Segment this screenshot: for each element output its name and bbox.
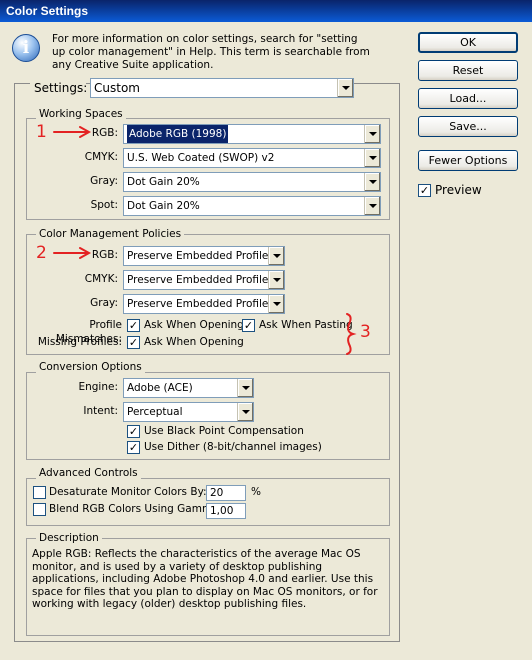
annotation-arrow-1 bbox=[53, 126, 92, 138]
cmp-cmyk-value: Preserve Embedded Profiles bbox=[127, 274, 274, 286]
chevron-down-icon[interactable] bbox=[268, 271, 284, 289]
ws-rgb-value: Adobe RGB (1998) bbox=[127, 125, 229, 143]
conversion-title: Conversion Options bbox=[36, 361, 145, 373]
black-point-checkbox[interactable]: ✓ bbox=[127, 425, 140, 438]
chevron-down-icon[interactable] bbox=[337, 79, 353, 97]
chevron-down-icon[interactable] bbox=[237, 379, 253, 397]
settings-dropdown[interactable]: Custom bbox=[90, 78, 354, 98]
desaturate-checkbox[interactable] bbox=[33, 486, 46, 499]
desaturate-unit: % bbox=[251, 486, 261, 498]
ask-pasting-label: Ask When Pasting bbox=[259, 319, 353, 331]
ask-opening-missing-label: Ask When Opening bbox=[144, 336, 244, 348]
annotation-brace bbox=[346, 313, 357, 355]
window-title-bar[interactable]: Color Settings bbox=[0, 0, 532, 22]
ws-spot-value: Dot Gain 20% bbox=[127, 200, 200, 212]
annotation-2: 2 bbox=[36, 243, 47, 263]
ws-gray-value: Dot Gain 20% bbox=[127, 176, 200, 188]
ws-cmyk-dropdown[interactable]: U.S. Web Coated (SWOP) v2 bbox=[123, 148, 381, 168]
cmp-rgb-value: Preserve Embedded Profiles bbox=[127, 250, 274, 262]
ws-rgb-dropdown[interactable]: Adobe RGB (1998) bbox=[123, 124, 381, 144]
fewer-options-button[interactable]: Fewer Options bbox=[418, 150, 518, 171]
blend-label: Blend RGB Colors Using Gamma: bbox=[49, 503, 223, 515]
advanced-title: Advanced Controls bbox=[36, 467, 141, 479]
desaturate-input[interactable]: 20 bbox=[206, 485, 246, 501]
chevron-down-icon[interactable] bbox=[364, 197, 380, 215]
desaturate-label: Desaturate Monitor Colors By: bbox=[49, 486, 207, 498]
chevron-down-icon[interactable] bbox=[364, 173, 380, 191]
engine-label: Engine: bbox=[78, 381, 118, 393]
chevron-down-icon[interactable] bbox=[268, 247, 284, 265]
preview-label: Preview bbox=[435, 183, 482, 197]
ask-pasting-checkbox[interactable]: ✓ bbox=[242, 319, 255, 332]
ws-spot-dropdown[interactable]: Dot Gain 20% bbox=[123, 196, 381, 216]
ask-opening-mismatch-checkbox[interactable]: ✓ bbox=[127, 319, 140, 332]
settings-value: Custom bbox=[94, 81, 140, 95]
engine-value: Adobe (ACE) bbox=[127, 382, 193, 394]
cm-policies-title: Color Management Policies bbox=[36, 228, 185, 240]
window-title: Color Settings bbox=[6, 4, 89, 18]
black-point-label: Use Black Point Compensation bbox=[144, 425, 304, 437]
annotation-3: 3 bbox=[360, 322, 371, 342]
info-text: For more information on color settings, … bbox=[52, 33, 370, 71]
dither-checkbox[interactable]: ✓ bbox=[127, 441, 140, 454]
description-title: Description bbox=[36, 532, 102, 544]
intent-value: Perceptual bbox=[127, 406, 183, 418]
cmp-gray-dropdown[interactable]: Preserve Embedded Profiles bbox=[123, 294, 285, 314]
save-button[interactable]: Save... bbox=[418, 116, 518, 137]
ws-cmyk-value: U.S. Web Coated (SWOP) v2 bbox=[127, 152, 275, 164]
chevron-down-icon[interactable] bbox=[237, 403, 253, 421]
cmp-rgb-dropdown[interactable]: Preserve Embedded Profiles bbox=[123, 246, 285, 266]
cmp-gray-value: Preserve Embedded Profiles bbox=[127, 298, 274, 310]
description-text: Apple RGB: Reflects the characteristics … bbox=[32, 548, 378, 611]
ok-button[interactable]: OK bbox=[418, 32, 518, 53]
intent-label: Intent: bbox=[83, 405, 118, 417]
chevron-down-icon[interactable] bbox=[268, 295, 284, 313]
info-icon: i bbox=[12, 34, 40, 62]
cmp-gray-label: Gray: bbox=[90, 297, 118, 309]
annotation-arrow-2 bbox=[53, 247, 92, 259]
blend-input[interactable]: 1,00 bbox=[206, 503, 246, 519]
preview-checkbox[interactable]: ✓ bbox=[418, 184, 431, 197]
blend-checkbox[interactable] bbox=[33, 503, 46, 516]
ask-opening-mismatch-label: Ask When Opening bbox=[144, 319, 244, 331]
engine-dropdown[interactable]: Adobe (ACE) bbox=[123, 378, 254, 398]
ws-gray-dropdown[interactable]: Dot Gain 20% bbox=[123, 172, 381, 192]
intent-dropdown[interactable]: Perceptual bbox=[123, 402, 254, 422]
ws-gray-label: Gray: bbox=[90, 175, 118, 187]
chevron-down-icon[interactable] bbox=[364, 149, 380, 167]
ws-spot-label: Spot: bbox=[90, 199, 118, 211]
working-spaces-title: Working Spaces bbox=[36, 108, 126, 120]
cmp-cmyk-dropdown[interactable]: Preserve Embedded Profiles bbox=[123, 270, 285, 290]
ask-opening-missing-checkbox[interactable]: ✓ bbox=[127, 336, 140, 349]
annotation-1: 1 bbox=[36, 122, 47, 142]
missing-profiles-label: Missing Profiles: bbox=[37, 336, 122, 348]
ws-cmyk-label: CMYK: bbox=[84, 151, 118, 163]
reset-button[interactable]: Reset bbox=[418, 60, 518, 81]
dither-label: Use Dither (8-bit/channel images) bbox=[144, 441, 322, 453]
cmp-cmyk-label: CMYK: bbox=[84, 273, 118, 285]
settings-label: Settings: bbox=[30, 81, 87, 95]
load-button[interactable]: Load... bbox=[418, 88, 518, 109]
chevron-down-icon[interactable] bbox=[364, 125, 380, 143]
